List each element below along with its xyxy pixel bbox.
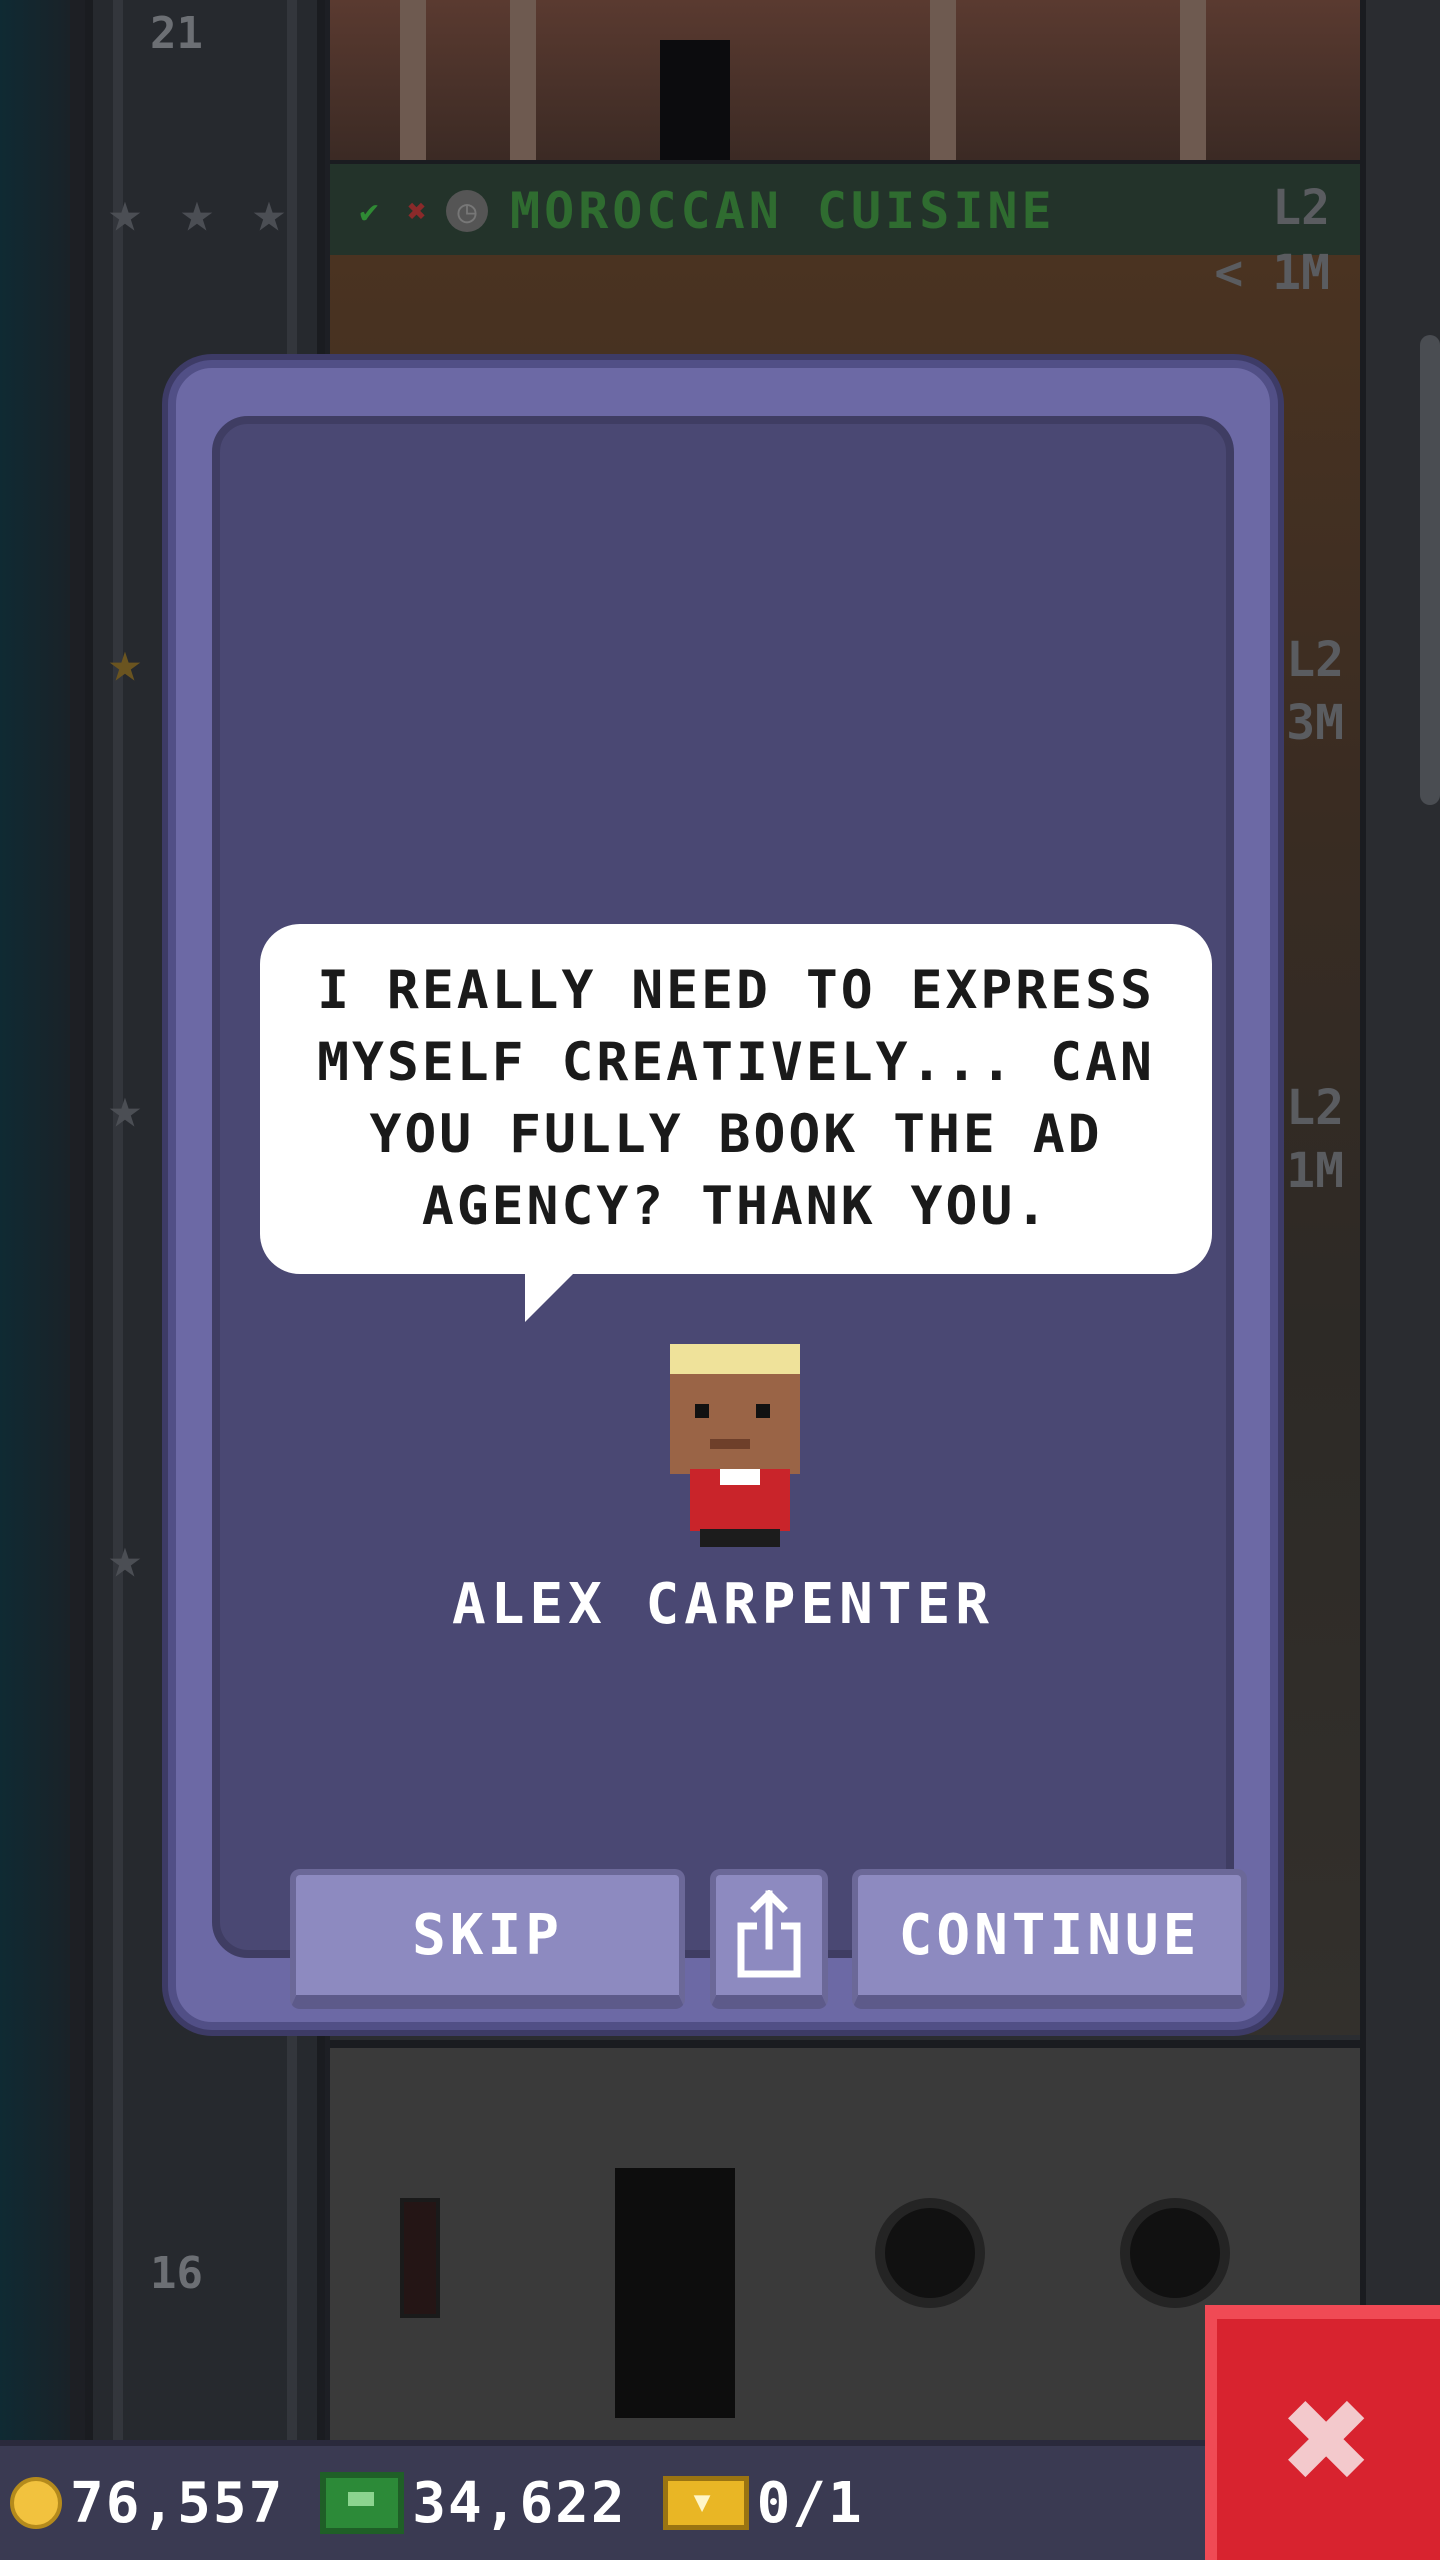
- dialog-panel: I REALLY NEED TO EXPRESS MYSELF CREATIVE…: [212, 416, 1247, 2009]
- speech-bubble: I REALLY NEED TO EXPRESS MYSELF CREATIVE…: [260, 924, 1212, 1274]
- coins-counter[interactable]: 76,557: [0, 2446, 284, 2560]
- star-icon: ★: [180, 180, 214, 245]
- ticket-counter[interactable]: 0/1: [653, 2446, 864, 2560]
- floor-level: L2: [1272, 180, 1330, 236]
- close-icon: ✖: [1283, 2352, 1374, 2527]
- left-shaft: [0, 0, 70, 2440]
- floor-number-21: 21: [150, 8, 203, 59]
- speech-bubble-tail: [525, 1262, 585, 1322]
- bux-icon: [320, 2472, 405, 2534]
- share-button[interactable]: [710, 1869, 828, 2009]
- star-icon: ★: [252, 180, 286, 245]
- floor-name: MOROCCAN CUISINE: [510, 182, 1056, 240]
- character-name: ALEX CARPENTER: [451, 1572, 994, 1637]
- character-avatar: [670, 1344, 800, 1547]
- dialog-message: I REALLY NEED TO EXPRESS MYSELF CREATIVE…: [317, 960, 1155, 1237]
- scrollbar[interactable]: [1420, 335, 1440, 805]
- star-icon: ★: [108, 1076, 142, 1141]
- side-tag: L2: [1286, 1080, 1344, 1136]
- floor-21[interactable]: [330, 0, 1360, 160]
- cross-icon: ✖: [407, 192, 427, 230]
- share-icon: [737, 1890, 801, 1978]
- side-tag: L2: [1286, 632, 1344, 688]
- check-icon: ✔: [359, 192, 379, 230]
- coins-value: 76,557: [70, 2470, 285, 2536]
- ticket-icon: [662, 2476, 749, 2530]
- star-icon: ★: [108, 180, 142, 245]
- star-icon: ★: [108, 1526, 142, 1591]
- continue-button[interactable]: CONTINUE: [852, 1869, 1247, 2009]
- side-tag: 3M: [1286, 695, 1344, 751]
- bux-counter[interactable]: 34,622: [310, 2446, 626, 2560]
- close-button[interactable]: ✖: [1205, 2305, 1440, 2560]
- mission-dialog: I REALLY NEED TO EXPRESS MYSELF CREATIVE…: [168, 360, 1278, 2030]
- gold-star-icon: ★: [108, 630, 142, 695]
- side-tag: 1M: [1286, 1143, 1344, 1199]
- floor-income: < 1M: [1214, 245, 1330, 301]
- clock-icon: ◷: [446, 190, 488, 232]
- coin-icon: [10, 2477, 62, 2529]
- skip-button[interactable]: SKIP: [290, 1869, 685, 2009]
- ticket-value: 0/1: [756, 2470, 864, 2536]
- bux-value: 34,622: [412, 2470, 627, 2536]
- floor-number-16: 16: [150, 2248, 203, 2299]
